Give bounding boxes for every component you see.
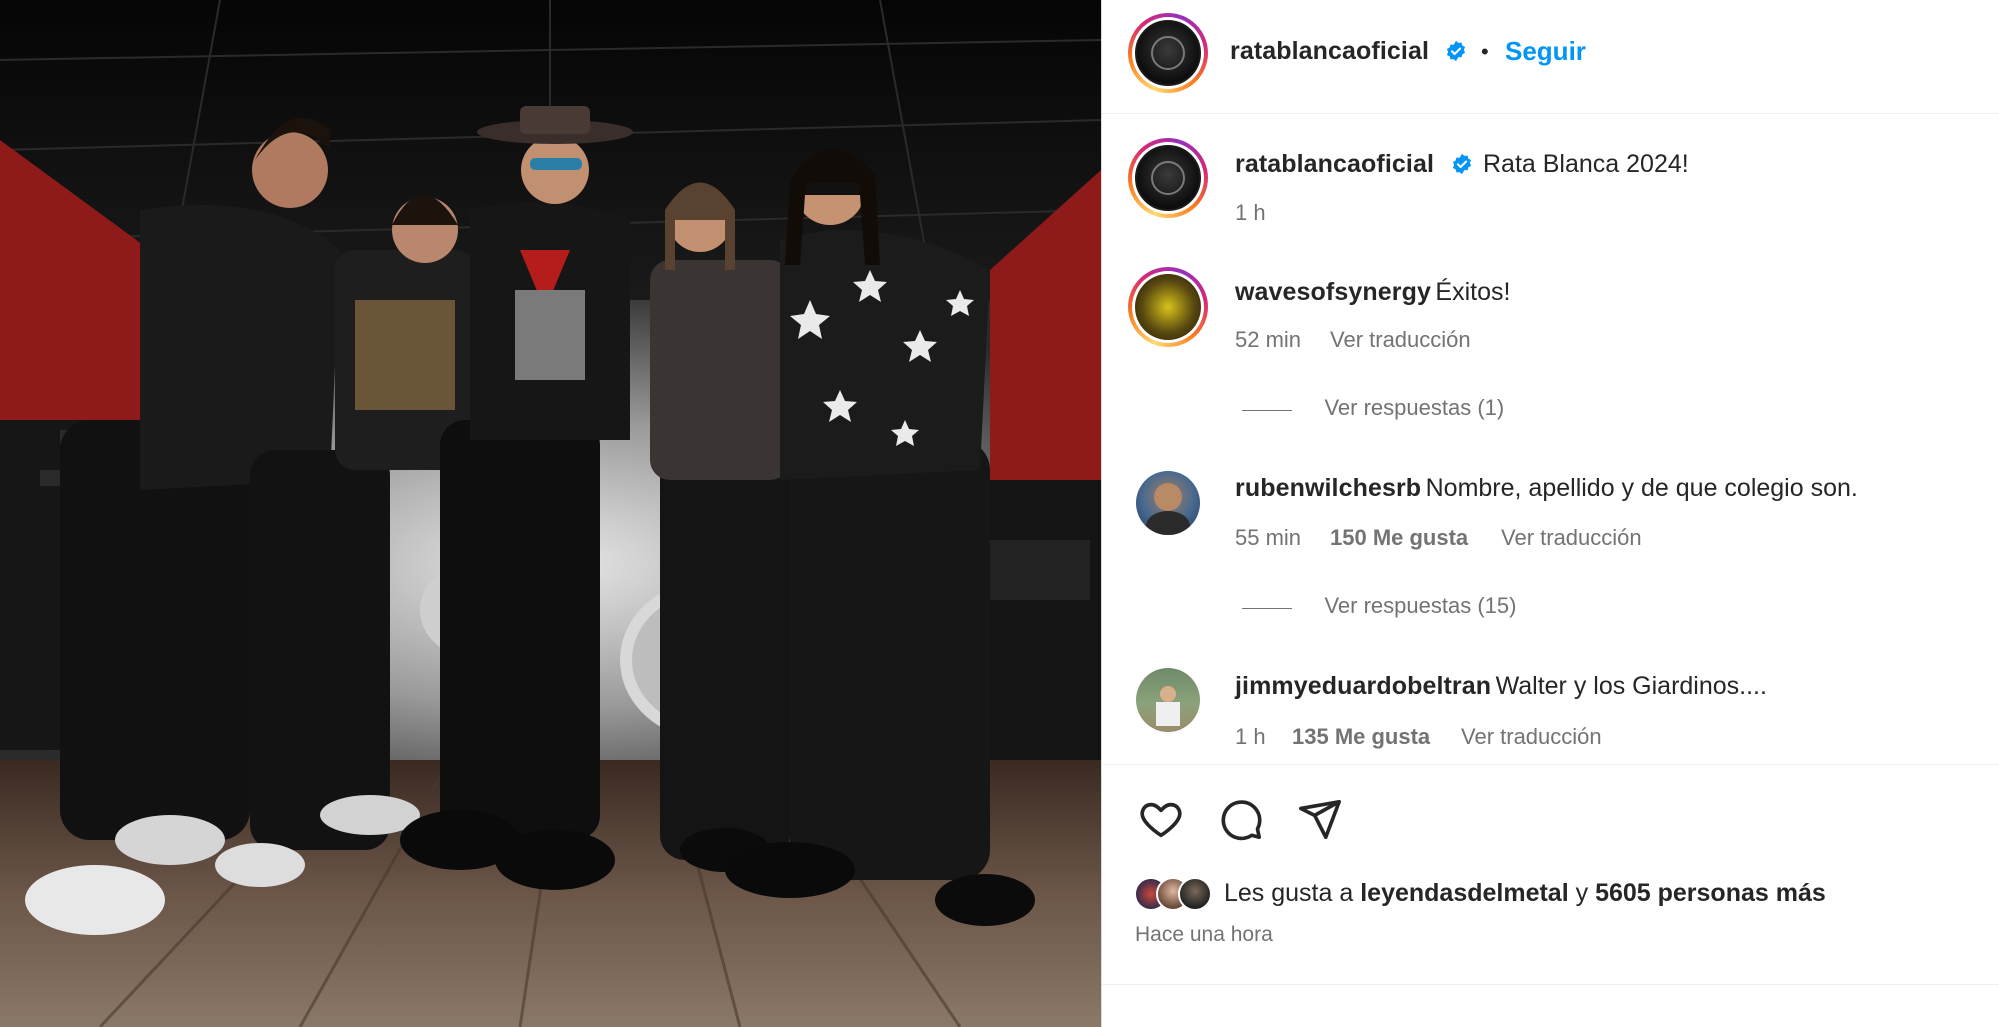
share-button[interactable] [1294, 793, 1346, 845]
commenter-avatar[interactable] [1128, 267, 1208, 347]
crest-logo-icon [1150, 35, 1186, 71]
author-avatar[interactable] [1128, 13, 1208, 93]
comment-time[interactable]: 52 min [1235, 327, 1301, 353]
comment-text: Éxitos! [1435, 278, 1511, 306]
replies-divider [1242, 410, 1292, 412]
liker-avatar[interactable] [1178, 877, 1212, 911]
comment-username[interactable]: rubenwilchesrb [1235, 474, 1421, 502]
commenter-avatar[interactable] [1136, 668, 1200, 732]
commenter-avatar[interactable] [1136, 471, 1200, 535]
view-replies-button[interactable]: Ver respuestas (1) [1242, 395, 1504, 421]
likes-user-link[interactable]: leyendasdelmetal [1360, 879, 1568, 907]
caption-avatar[interactable] [1128, 138, 1208, 218]
follow-button[interactable]: Seguir [1505, 36, 1586, 67]
caption-time[interactable]: 1 h [1235, 200, 1266, 226]
likes-prefix: Les gusta a [1224, 879, 1354, 907]
view-replies-label: Ver respuestas (15) [1324, 593, 1517, 618]
comment-time[interactable]: 1 h [1235, 724, 1266, 750]
verified-badge-icon [1446, 40, 1466, 62]
caption-text: Rata Blanca 2024! [1483, 150, 1689, 178]
avatar-image [1135, 274, 1201, 340]
comment-username[interactable]: jimmyeduardobeltran [1235, 672, 1491, 700]
translate-link[interactable]: Ver traducción [1461, 724, 1602, 750]
post-photo[interactable] [0, 0, 1101, 1027]
comment-button[interactable] [1215, 793, 1267, 845]
like-button[interactable] [1135, 793, 1187, 845]
translate-link[interactable]: Ver traducción [1501, 525, 1642, 551]
caption-username[interactable]: ratablancaoficial [1235, 150, 1434, 179]
post-timestamp[interactable]: Hace una hora [1135, 923, 1273, 947]
band-photo-image [0, 0, 1101, 1027]
send-icon [1299, 799, 1341, 840]
comment-time[interactable]: 55 min [1235, 525, 1301, 551]
divider [1102, 984, 1999, 985]
post-header: ratablancaoficial • Seguir [1102, 0, 1999, 114]
translate-link[interactable]: Ver traducción [1330, 327, 1471, 353]
replies-divider [1242, 608, 1292, 610]
likes-connector: y [1575, 879, 1589, 907]
view-replies-button[interactable]: Ver respuestas (15) [1242, 593, 1516, 619]
likes-summary: Les gusta a leyendasdelmetal y 5605 pers… [1224, 879, 1826, 908]
crest-logo-icon [1150, 160, 1186, 196]
view-replies-label: Ver respuestas (1) [1324, 395, 1505, 420]
comment-likes[interactable]: 135 Me gusta [1292, 724, 1430, 750]
verified-badge-icon [1452, 153, 1472, 175]
post-actions: Les gusta a leyendasdelmetal y 5605 pers… [1102, 764, 1999, 984]
heart-icon [1140, 802, 1182, 838]
comment-icon [1221, 800, 1262, 841]
header-separator: • [1481, 39, 1489, 64]
post-sidebar: ratablancaoficial • Seguir ratablancaofi… [1101, 0, 1999, 1027]
comment-text: Walter y los Giardinos.... [1495, 672, 1767, 700]
header-username[interactable]: ratablancaoficial [1230, 37, 1429, 66]
comment-username[interactable]: wavesofsynergy [1235, 278, 1431, 306]
comment-text: Nombre, apellido y de que colegio son. [1425, 474, 1858, 502]
likes-others-link[interactable]: 5605 personas más [1595, 879, 1826, 907]
comment-likes[interactable]: 150 Me gusta [1330, 525, 1468, 551]
